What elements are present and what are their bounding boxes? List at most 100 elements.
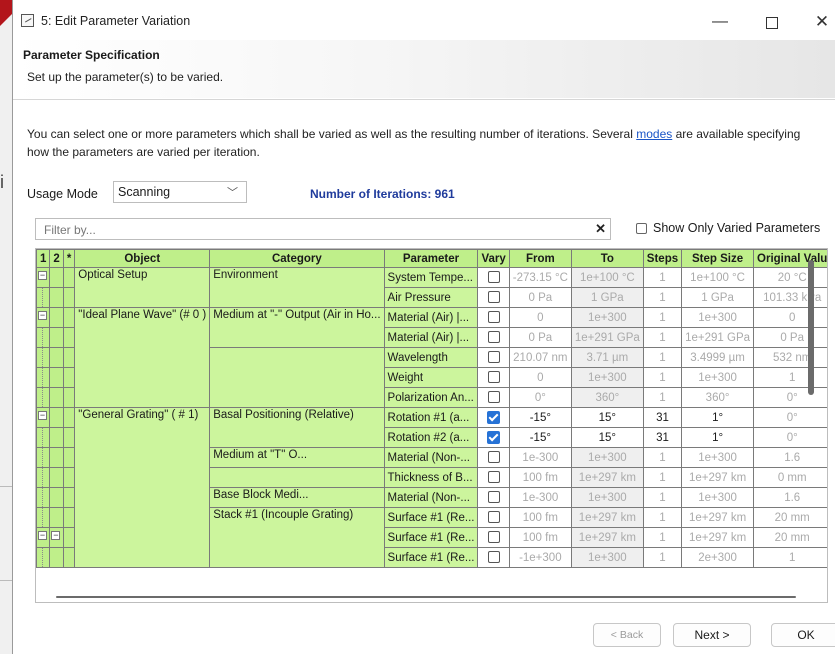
vary-cell[interactable] xyxy=(477,347,510,368)
vary-cell[interactable] xyxy=(477,367,510,388)
steps-cell[interactable]: 1 xyxy=(642,507,683,528)
vary-cell[interactable] xyxy=(477,547,510,568)
from-cell[interactable]: -15° xyxy=(508,427,572,448)
parameter-cell[interactable]: Weight xyxy=(383,367,479,388)
to-cell[interactable]: 1e+300 xyxy=(570,547,644,568)
column-header-object[interactable]: Object xyxy=(74,249,211,268)
to-cell[interactable]: 1e+100 °C xyxy=(570,267,644,288)
vary-checkbox[interactable] xyxy=(487,311,500,324)
minimize-button[interactable]: — xyxy=(705,11,735,33)
to-cell[interactable]: 1e+297 km xyxy=(570,507,644,528)
steps-cell[interactable]: 31 xyxy=(642,407,683,428)
ok-button[interactable]: OK xyxy=(771,623,835,647)
filter-box[interactable]: ✕ xyxy=(35,218,611,240)
tree-cell[interactable] xyxy=(36,447,51,468)
steps-cell[interactable]: 1 xyxy=(642,327,683,348)
tree-cell[interactable] xyxy=(36,347,51,368)
from-cell[interactable]: 0 xyxy=(508,367,572,388)
tree-cell[interactable] xyxy=(36,507,51,528)
from-cell[interactable]: 0 xyxy=(508,307,572,328)
table-row[interactable]: − "Ideal Plane Wave" (# 0 ) Medium at "-" … xyxy=(36,307,827,408)
to-cell[interactable]: 1e+297 km xyxy=(570,467,644,488)
step-size-cell[interactable]: 1° xyxy=(681,407,755,428)
vary-checkbox[interactable] xyxy=(487,551,500,564)
column-header-1[interactable]: 1 xyxy=(36,249,51,268)
to-cell[interactable]: 1 GPa xyxy=(570,287,644,308)
vary-cell[interactable] xyxy=(477,327,510,348)
vary-checkbox[interactable] xyxy=(487,471,500,484)
from-cell[interactable]: 0° xyxy=(508,387,572,408)
from-cell[interactable]: 100 fm xyxy=(508,527,572,548)
parameter-cell[interactable]: Material (Non-... xyxy=(383,487,479,508)
vary-cell[interactable] xyxy=(477,287,510,308)
step-size-cell[interactable]: 1e+297 km xyxy=(681,527,755,548)
steps-cell[interactable]: 31 xyxy=(642,427,683,448)
from-cell[interactable]: 0 Pa xyxy=(508,287,572,308)
column-header-star[interactable]: * xyxy=(62,249,76,268)
show-only-varied-checkbox[interactable] xyxy=(636,223,647,235)
collapse-icon[interactable]: − xyxy=(38,531,47,540)
to-cell[interactable]: 1e+297 km xyxy=(570,527,644,548)
to-cell[interactable]: 1e+300 xyxy=(570,447,644,468)
steps-cell[interactable]: 1 xyxy=(642,287,683,308)
step-size-cell[interactable]: 1e+300 xyxy=(681,447,755,468)
vary-checkbox[interactable] xyxy=(487,511,500,524)
column-header-from[interactable]: From xyxy=(508,249,572,268)
vary-cell[interactable] xyxy=(477,387,510,408)
column-header-category[interactable]: Category xyxy=(209,249,385,268)
vary-checkbox-checked[interactable] xyxy=(487,431,501,444)
step-size-cell[interactable]: 1° xyxy=(681,427,755,448)
vary-checkbox[interactable] xyxy=(487,271,500,284)
parameter-cell[interactable]: Material (Air) |... xyxy=(383,307,479,328)
parameter-cell[interactable]: Rotation #2 (a... xyxy=(383,427,479,448)
tree-cell[interactable] xyxy=(36,487,51,508)
parameter-cell[interactable]: Material (Non-... xyxy=(383,447,479,468)
vary-checkbox-checked[interactable] xyxy=(487,411,501,424)
steps-cell[interactable]: 1 xyxy=(642,487,683,508)
steps-cell[interactable]: 1 xyxy=(642,527,683,548)
column-header-2[interactable]: 2 xyxy=(49,249,64,268)
step-size-cell[interactable]: 1 GPa xyxy=(681,287,755,308)
filter-input[interactable] xyxy=(42,222,586,238)
step-size-cell[interactable]: 1e+291 GPa xyxy=(681,327,755,348)
collapse-icon[interactable]: − xyxy=(38,411,47,420)
tree-cell[interactable]: − xyxy=(36,307,51,328)
step-size-cell[interactable]: 1e+297 km xyxy=(681,467,755,488)
tree-cell[interactable]: − xyxy=(36,407,51,428)
modes-link[interactable]: modes xyxy=(636,127,672,141)
vary-checkbox[interactable] xyxy=(487,391,500,404)
from-cell[interactable]: 100 fm xyxy=(508,467,572,488)
steps-cell[interactable]: 1 xyxy=(642,307,683,328)
parameter-cell[interactable]: Surface #1 (Re... xyxy=(383,527,479,548)
parameter-cell[interactable]: Surface #1 (Re... xyxy=(383,507,479,528)
parameter-cell[interactable]: Rotation #1 (a... xyxy=(383,407,479,428)
clear-filter-icon[interactable]: ✕ xyxy=(595,221,606,237)
tree-cell[interactable] xyxy=(36,547,51,568)
collapse-icon[interactable]: − xyxy=(51,531,61,540)
parameter-cell[interactable]: Polarization An... xyxy=(383,387,479,408)
vary-checkbox[interactable] xyxy=(487,331,500,344)
steps-cell[interactable]: 1 xyxy=(642,367,683,388)
vary-cell[interactable] xyxy=(477,527,510,548)
step-size-cell[interactable]: 1e+300 xyxy=(681,307,755,328)
vary-cell[interactable] xyxy=(477,307,510,328)
table-row[interactable]: − Optical Setup Environment System Tempe...… xyxy=(36,267,827,308)
next-button[interactable]: Next > xyxy=(673,623,751,647)
tree-cell[interactable] xyxy=(36,467,51,488)
from-cell[interactable]: 1e-300 xyxy=(508,487,572,508)
collapse-icon[interactable]: − xyxy=(38,311,47,320)
steps-cell[interactable]: 1 xyxy=(642,447,683,468)
vertical-scrollbar[interactable] xyxy=(808,260,814,395)
close-button[interactable]: ✕ xyxy=(807,11,835,33)
parameter-cell[interactable]: Material (Air) |... xyxy=(383,327,479,348)
to-cell[interactable]: 1e+300 xyxy=(570,367,644,388)
vary-cell[interactable] xyxy=(477,427,510,448)
to-cell[interactable]: 1e+300 xyxy=(570,487,644,508)
step-size-cell[interactable]: 1e+300 xyxy=(681,367,755,388)
tree-cell[interactable] xyxy=(36,327,51,348)
from-cell[interactable]: 0 Pa xyxy=(508,327,572,348)
tree-cell[interactable] xyxy=(36,387,51,408)
to-cell[interactable]: 15° xyxy=(570,427,644,448)
vary-checkbox[interactable] xyxy=(487,491,500,504)
from-cell[interactable]: -273.15 °C xyxy=(508,267,572,288)
